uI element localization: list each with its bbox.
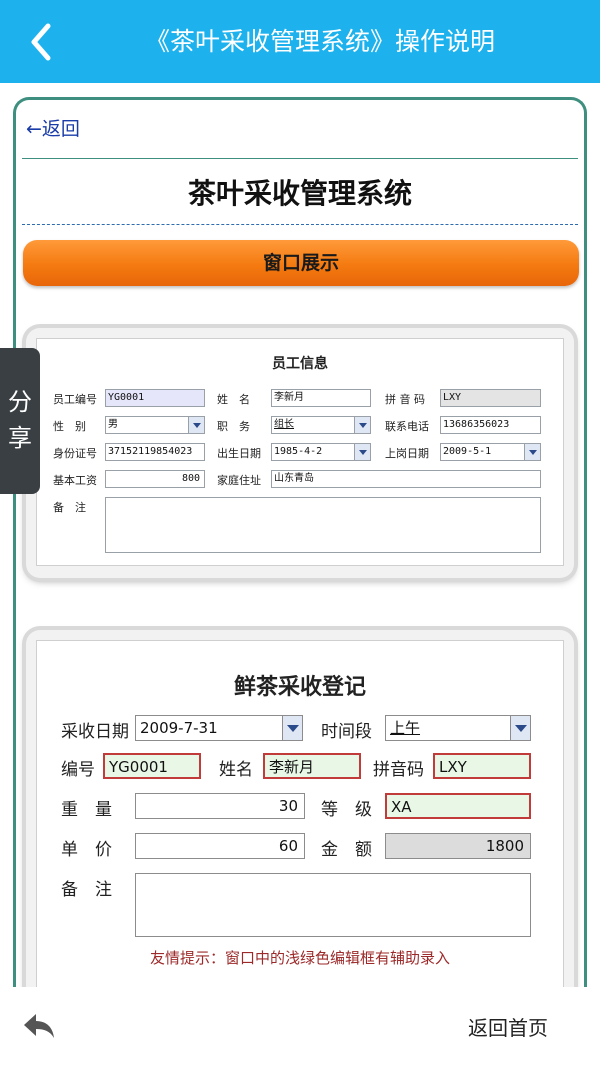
idcard-field: 37152119854023 <box>105 443 205 461</box>
price-label: 单 价 <box>61 840 112 860</box>
date-label: 采收日期 <box>61 722 129 742</box>
salary-field: 800 <box>105 470 205 488</box>
position-select: 组长 <box>271 416 371 434</box>
idcard-label: 身份证号 <box>53 447 97 460</box>
date-select: 2009-7-31 <box>135 715 303 741</box>
back-link[interactable]: ←返回 <box>26 114 80 141</box>
back-chevron-icon[interactable] <box>26 22 56 62</box>
period-label: 时间段 <box>321 722 372 742</box>
phone-field: 13686356023 <box>440 416 541 434</box>
address-field: 山东青岛 <box>271 470 541 488</box>
hire-select: 2009-5-1 <box>440 443 541 461</box>
pinyin-label: 拼 音 码 <box>385 393 425 406</box>
harvest-pinyin-field: LXY <box>433 753 531 779</box>
dropdown-arrow-icon <box>282 716 302 740</box>
section-header: 窗口展示 <box>23 240 579 286</box>
weight-label: 重 量 <box>61 800 112 820</box>
position-label: 职 务 <box>217 420 250 433</box>
weight-field: 30 <box>135 793 305 819</box>
harvest-remark-label: 备 注 <box>61 880 112 900</box>
harvest-name-label: 姓名 <box>219 760 253 780</box>
employee-form-screenshot: 员工信息 员工编号 YG0001 姓 名 李新月 拼 音 码 LXY 性 别 男… <box>26 328 574 578</box>
address-label: 家庭住址 <box>217 474 261 487</box>
name-field: 李新月 <box>271 389 371 407</box>
birth-label: 出生日期 <box>217 447 261 460</box>
share-char-1: 分 <box>8 388 32 416</box>
divider <box>22 158 578 159</box>
reply-back-icon[interactable] <box>22 1012 56 1040</box>
dropdown-arrow-icon <box>188 417 204 433</box>
app-header: 《茶叶采收管理系统》操作说明 <box>0 0 600 83</box>
emp-id-label: 员工编号 <box>53 393 97 406</box>
code-label: 编号 <box>61 760 95 780</box>
name-label: 姓 名 <box>217 393 250 406</box>
harvest-remark-field <box>135 873 531 937</box>
dropdown-arrow-icon <box>510 716 530 740</box>
dropdown-arrow-icon <box>354 417 370 433</box>
home-link[interactable]: 返回首页 <box>468 1012 548 1041</box>
birth-select: 1985-4-2 <box>271 443 371 461</box>
employee-form-title: 员工信息 <box>272 356 328 372</box>
tip-text: 友情提示：窗口中的浅绿色编辑框有辅助录入 <box>149 949 450 967</box>
page-title: 茶叶采收管理系统 <box>187 177 412 210</box>
page-header-title: 《茶叶采收管理系统》操作说明 <box>144 27 495 56</box>
position-value: 组长 <box>274 419 294 430</box>
code-field: YG0001 <box>103 753 201 779</box>
grade-field: XA <box>385 793 531 819</box>
dropdown-arrow-icon <box>354 444 370 460</box>
pinyin-field: LXY <box>440 389 541 407</box>
harvest-pinyin-label: 拼音码 <box>373 760 424 780</box>
amount-field: 1800 <box>385 833 531 859</box>
share-char-2: 享 <box>8 424 32 452</box>
birth-value: 1985-4-2 <box>274 446 323 457</box>
remark-field <box>105 497 541 553</box>
dropdown-arrow-icon <box>524 444 540 460</box>
grade-label: 等 级 <box>321 800 372 820</box>
hire-value: 2009-5-1 <box>443 446 492 457</box>
gender-label: 性 别 <box>53 420 86 433</box>
gender-select: 男 <box>105 416 205 434</box>
salary-label: 基本工资 <box>53 474 97 487</box>
phone-label: 联系电话 <box>385 420 429 433</box>
period-select: 上午 <box>385 715 531 741</box>
gender-value: 男 <box>108 419 118 430</box>
date-value: 2009-7-31 <box>140 719 218 737</box>
emp-id-field: YG0001 <box>105 389 205 407</box>
amount-label: 金 额 <box>321 840 372 860</box>
period-value: 上午 <box>390 719 421 737</box>
price-field: 60 <box>135 833 305 859</box>
harvest-form-title: 鲜茶采收登记 <box>233 675 366 700</box>
dashed-divider <box>22 224 578 225</box>
share-tab[interactable]: 分 享 <box>0 348 40 494</box>
harvest-name-field: 李新月 <box>263 753 361 779</box>
harvest-form-screenshot: 鲜茶采收登记 采收日期 2009-7-31 时间段 上午 编号 YG0001 姓… <box>26 630 574 997</box>
content-frame: ←返回 茶叶采收管理系统 窗口展示 员工信息 员工编号 YG0001 姓 名 李… <box>13 97 587 997</box>
hire-label: 上岗日期 <box>385 447 429 460</box>
remark-label: 备 注 <box>53 501 86 514</box>
